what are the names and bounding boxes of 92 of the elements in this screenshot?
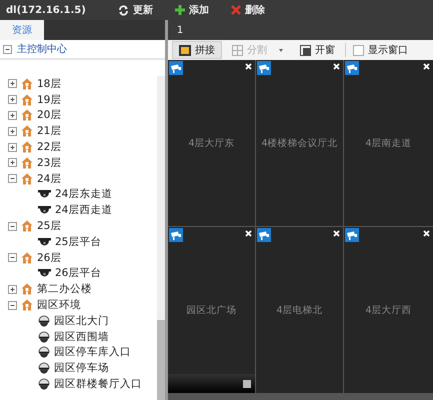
expand-toggle[interactable] bbox=[8, 158, 17, 168]
collapse-toggle[interactable] bbox=[8, 253, 17, 262]
tree-item[interactable]: 24层西走道 bbox=[55, 203, 112, 218]
tree-item[interactable]: 25层平台 bbox=[55, 234, 102, 249]
layout-tab[interactable]: 1 bbox=[168, 20, 192, 40]
close-icon[interactable] bbox=[423, 230, 430, 237]
cell-label: 4层大厅东 bbox=[188, 136, 235, 150]
tiles-icon bbox=[179, 44, 191, 56]
window-button[interactable]: 开窗 bbox=[293, 41, 342, 59]
tree-item[interactable]: 19层 bbox=[37, 92, 62, 107]
tree-item[interactable]: 18层 bbox=[37, 76, 62, 91]
house-icon bbox=[21, 156, 33, 169]
checkbox[interactable] bbox=[353, 44, 364, 56]
dome-camera-icon bbox=[38, 268, 51, 278]
cell-label: 4层电梯北 bbox=[276, 304, 323, 316]
house-icon bbox=[21, 109, 33, 122]
tree-item[interactable]: 园区西围墙 bbox=[54, 330, 109, 344]
tree-item[interactable]: 25层 bbox=[37, 219, 62, 234]
collapse-toggle[interactable] bbox=[3, 44, 12, 54]
expand-toggle[interactable] bbox=[8, 79, 17, 88]
close-icon[interactable] bbox=[423, 63, 430, 70]
dome-camera-icon bbox=[38, 314, 50, 327]
expand-toggle[interactable] bbox=[8, 95, 17, 104]
screen-icon[interactable] bbox=[243, 380, 251, 388]
expand-toggle[interactable] bbox=[8, 110, 17, 120]
tree-item[interactable]: 园区北大门 bbox=[54, 314, 109, 328]
close-icon[interactable] bbox=[333, 63, 340, 70]
video-cell[interactable]: 园区北广场 bbox=[168, 227, 255, 393]
house-icon bbox=[21, 220, 33, 232]
window-icon bbox=[300, 44, 311, 56]
refresh-button[interactable]: 更新 bbox=[118, 3, 153, 17]
tree-item[interactable]: 第二办公楼 bbox=[37, 282, 92, 296]
tree-item[interactable]: 22层 bbox=[37, 140, 62, 154]
dome-camera-icon bbox=[38, 330, 50, 343]
tree-item[interactable]: 21层 bbox=[37, 124, 62, 138]
house-icon bbox=[21, 125, 33, 138]
add-button[interactable]: 添加 bbox=[175, 3, 209, 17]
house-icon bbox=[21, 141, 33, 154]
tree-item[interactable]: 26层平台 bbox=[55, 266, 102, 280]
collapse-toggle[interactable] bbox=[8, 222, 17, 231]
tree-item[interactable]: 20层 bbox=[37, 108, 62, 122]
house-icon bbox=[21, 252, 33, 264]
cell-label: 园区北广场 bbox=[186, 304, 236, 316]
close-icon[interactable] bbox=[245, 230, 252, 237]
close-icon[interactable] bbox=[245, 63, 252, 70]
tree-item[interactable]: 24层 bbox=[37, 172, 62, 186]
dome-camera-icon bbox=[38, 236, 51, 247]
splice-button[interactable]: 拼接 bbox=[172, 41, 222, 59]
delete-icon bbox=[231, 5, 241, 15]
tree-item[interactable]: 园区群楼餐厅入口 bbox=[54, 377, 142, 392]
video-cell[interactable]: 4层大厅东 bbox=[168, 60, 255, 226]
tree-item[interactable]: 园区停车场 bbox=[54, 361, 109, 376]
video-cell[interactable]: 4层大厅西 bbox=[344, 227, 433, 393]
cell-label: 4楼楼梯会议厅北 bbox=[261, 136, 338, 150]
video-cell[interactable]: 4楼楼梯会议厅北 bbox=[256, 60, 343, 226]
video-cell[interactable]: 4层南走道 bbox=[344, 60, 433, 226]
house-icon bbox=[21, 283, 33, 296]
collapse-toggle[interactable] bbox=[8, 300, 17, 310]
cell-label: 4层南走道 bbox=[365, 136, 412, 150]
video-cell[interactable]: 4层电梯北 bbox=[256, 227, 343, 393]
scrollbar[interactable] bbox=[157, 76, 165, 400]
house-icon bbox=[21, 78, 33, 90]
expand-toggle[interactable] bbox=[8, 126, 17, 136]
camera-icon bbox=[257, 228, 271, 242]
dome-camera-icon bbox=[38, 346, 50, 358]
delete-button[interactable]: 删除 bbox=[231, 3, 265, 17]
house-icon bbox=[21, 172, 33, 185]
window-title: dl(172.16.1.5) bbox=[5, 4, 87, 16]
expand-toggle[interactable] bbox=[8, 142, 17, 152]
tree-item[interactable]: 24层东走道 bbox=[55, 187, 112, 202]
grid-icon bbox=[232, 44, 243, 56]
house-icon bbox=[21, 94, 33, 106]
dome-camera-icon bbox=[38, 362, 50, 374]
expand-toggle[interactable] bbox=[8, 284, 17, 294]
tree-item[interactable]: 园区停车库入口 bbox=[54, 345, 131, 360]
tree-item[interactable]: 26层 bbox=[37, 250, 62, 265]
add-icon bbox=[175, 5, 185, 15]
cell-label: 4层大厅西 bbox=[365, 304, 412, 316]
dome-camera-icon bbox=[38, 189, 51, 200]
tree-item[interactable]: 园区环境 bbox=[37, 298, 81, 312]
collapse-toggle[interactable] bbox=[8, 174, 17, 184]
caret-icon bbox=[279, 48, 283, 52]
dome-camera-icon bbox=[38, 378, 50, 390]
tree-root[interactable]: 主控制中心 bbox=[17, 42, 67, 56]
sidebar-tab[interactable]: 资源 bbox=[0, 20, 44, 40]
camera-icon bbox=[345, 228, 359, 242]
dome-camera-icon bbox=[38, 205, 51, 216]
refresh-icon bbox=[118, 4, 129, 16]
house-icon bbox=[21, 299, 33, 312]
close-icon[interactable] bbox=[333, 230, 340, 237]
tree-item[interactable]: 23层 bbox=[37, 156, 62, 170]
checkbox-label: 显示窗口 bbox=[368, 44, 408, 57]
